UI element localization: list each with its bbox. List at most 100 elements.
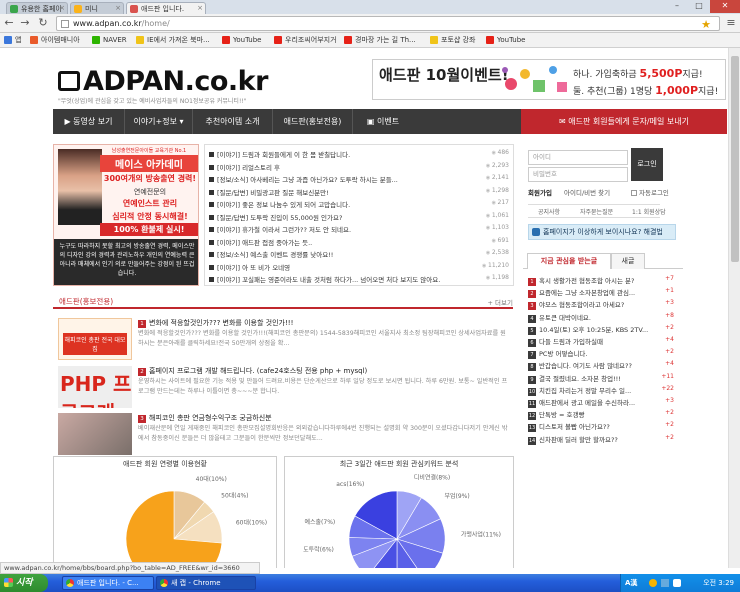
bookmark-item[interactable]: 경마장 가는 길 Th... xyxy=(344,35,416,46)
tab-popular[interactable]: 지금 관심을 받는글 xyxy=(527,253,611,269)
tray-icon[interactable] xyxy=(661,579,669,587)
keyword-chart-panel: 최근 3일간 애드판 회원 관심키워드 분석 디비연결(8%) 부업(9%) 가맹사… xyxy=(284,456,514,568)
display-help-link[interactable]: 홈페이지가 이상하게 보이시나요? 해결법 xyxy=(528,224,676,240)
login-button[interactable]: 로그인 xyxy=(631,148,663,181)
ime-indicator[interactable]: A漢 xyxy=(625,574,637,592)
minimize-button[interactable]: – xyxy=(666,0,688,13)
bookmark-item[interactable]: NAVER xyxy=(92,35,127,46)
list-item[interactable]: [이야기] 애드판 접점 중아가는 듯..691 xyxy=(209,237,511,248)
bookmark-favicon-icon xyxy=(30,36,38,44)
site-tagline: "무엇(상업)에 관심을 갖고 있는 예비사업자들의 NO1정보공유 커뮤니티!… xyxy=(58,98,247,105)
naver-icon xyxy=(92,36,100,44)
send-message-button[interactable]: ✉ 애드판 회원들에게 문자/메일 보내기 xyxy=(521,109,727,134)
bookmark-star-icon[interactable]: ★ xyxy=(701,18,711,31)
bookmark-item[interactable]: 아이템매니아 xyxy=(30,35,80,46)
list-item[interactable]: 3 야모스 협동조합이라고 아세요? +3 xyxy=(528,299,678,311)
scroll-thumb[interactable] xyxy=(731,56,739,262)
list-item[interactable]: 8 반갑습니다. 여기도 사람 많네요?? +4 xyxy=(528,360,678,372)
menu-icon[interactable]: ≡ xyxy=(724,17,738,30)
nav-event[interactable]: ▣ 이벤트 xyxy=(353,109,413,134)
start-button[interactable]: 시작 xyxy=(0,574,48,592)
reload-button[interactable]: ↻ xyxy=(36,17,50,30)
list-item[interactable]: 2 요즘에는 그냥 소자본창업에 관심... +1 xyxy=(528,287,678,299)
auto-login-checkbox[interactable]: 자동로그인 xyxy=(631,187,669,197)
list-item[interactable]: [이야기] 아 또 비가 오네영11,210 xyxy=(209,262,511,273)
tray-icon[interactable] xyxy=(649,579,657,587)
pie-label: 부업(9%) xyxy=(444,492,469,500)
news-item[interactable]: 해피코인 총판 전국 대모집 1 변화에 적응할것인가??? 변화를 이용할 것인… xyxy=(58,318,513,360)
list-item[interactable]: 7 PC방 어떻습니다. +2 xyxy=(528,348,678,360)
bookmark-item[interactable]: YouTube xyxy=(222,35,261,46)
taskbar-window-active[interactable]: 새 캡 - Chrome xyxy=(156,576,256,590)
list-item[interactable]: 11 애드판에서 광고 메일을 수신하라... +3 xyxy=(528,397,678,408)
post-list: [이야기] 드림과 회원들에게 이 한 몸 받칠답니다.486 [이야기] 리얼… xyxy=(204,144,514,286)
address-bar[interactable]: www.adpan.co.kr/home/ ★ xyxy=(56,16,720,31)
nav-recommend[interactable]: 추천아이템 소개 xyxy=(193,109,273,134)
signup-link[interactable]: 회원가입 xyxy=(528,187,552,197)
list-item[interactable]: 1 혹시 생활가전 협동조합 아시는 분? +7 xyxy=(528,275,678,286)
nav-adpan[interactable]: 애드판(홍보전용) xyxy=(273,109,353,134)
academy-ad[interactable]: 남성출연전문아이돌 교육기관 No.1 메이스 아카데미 300여개의 방송출연… xyxy=(53,144,199,286)
tab-close-icon[interactable]: × xyxy=(59,4,65,12)
find-account-link[interactable]: 아이디/비번 찾기 xyxy=(564,187,610,197)
site-logo[interactable]: ADPAN.co.kr xyxy=(58,66,268,97)
status-url: www.adpan.co.kr/home/bbs/board.php?bo_ta… xyxy=(0,562,260,574)
list-item[interactable]: 13 디스토저 볼빱 아닌가요?? +2 xyxy=(528,421,678,433)
list-item[interactable]: 10 치킨집 차리는거 정말 무리수 일... +22 xyxy=(528,385,678,396)
tab-new[interactable]: 새글 xyxy=(611,253,645,269)
news-item[interactable]: 3 해피코인 총판 연금형수익구조 궁금하신분 베이재산문에 연일 게재중인 해피… xyxy=(58,413,513,455)
browser-tab[interactable]: 유용한 홈페이 × xyxy=(6,2,68,14)
more-link[interactable]: + 더보기 xyxy=(488,297,513,307)
nav-story-info[interactable]: 이야기+정보 ▾ xyxy=(125,109,193,134)
event-banner[interactable]: 애드판 10월이벤트! 하나. 가입축하금 5,500P지급! 둘. 추천(그룹… xyxy=(372,59,726,100)
tab-close-icon[interactable]: × xyxy=(115,4,121,12)
news-title[interactable]: 1 변화에 적응할것인가??? 변화를 이용할 것인가!!! xyxy=(138,318,293,328)
list-item[interactable]: 6 다들 드림과 가입하실때 +4 xyxy=(528,336,678,347)
id-field[interactable]: 아이디 xyxy=(528,150,628,165)
list-item[interactable]: [이야기] 드림과 회원들에게 이 한 몸 받칠답니다.486 xyxy=(209,149,511,160)
browser-tab[interactable]: 미니 × xyxy=(70,2,124,14)
list-item[interactable]: 9 결국 절렸네요. 소자본 창업!!! +11 xyxy=(528,373,678,384)
taskbar-window[interactable]: 애드판 입니다. - C... xyxy=(62,576,154,590)
page-icon xyxy=(61,20,69,28)
page-scrollbar[interactable] xyxy=(728,48,740,568)
bookmark-item[interactable]: 앱 xyxy=(4,35,21,46)
help-links: 공지사항 자주묻는질문 1:1 회원상담 xyxy=(528,204,666,218)
maximize-button[interactable]: □ xyxy=(688,0,710,13)
volume-icon[interactable] xyxy=(673,579,681,587)
system-tray: A漢 오전 3:29 xyxy=(620,574,740,592)
bookmark-item[interactable]: YouTube xyxy=(486,35,525,46)
tab-close-icon[interactable]: × xyxy=(197,4,203,12)
list-item[interactable]: [이야기] 좋은 정보 나눔수 있게 되어 고맙습니다.217 xyxy=(209,199,511,210)
back-button[interactable]: ← xyxy=(2,17,16,30)
list-item[interactable]: [이야기] 휴가철 이라서 그런가?? 저도 안 되네요.1,103 xyxy=(209,224,511,235)
news-title[interactable]: 3 해피코인 총판 연금형수익구조 궁금하신분 xyxy=(138,413,272,423)
forward-button[interactable]: → xyxy=(18,17,32,30)
list-item[interactable]: 12 단톡방 = 호갱빵 +2 xyxy=(528,409,678,421)
list-item[interactable]: [이야기] 리얼스토리 후2,293 xyxy=(209,162,511,173)
browser-tab-active[interactable]: 애드판 입니다. × xyxy=(126,2,206,14)
url-host: www.adpan.co.kr xyxy=(73,19,142,28)
news-item[interactable]: PHP 프로그래밍 2홈페이지 프로그램 개발 해드립니다. (cafe24호스… xyxy=(58,366,513,408)
faq-link[interactable]: 자주묻는질문 xyxy=(580,207,613,216)
password-field[interactable]: 비밀번호 xyxy=(528,167,628,182)
list-item[interactable]: [정보/소식] 아사베리는 그냥 과즙 아닌가요? 도투락 하시는 분들...2… xyxy=(209,174,511,185)
nav-video[interactable]: ▶ 동영상 보기 xyxy=(53,109,125,134)
bookmark-folder[interactable]: 포토샵 강좌 xyxy=(430,35,475,46)
list-item[interactable]: 4 유토큰 대박이네요. +8 xyxy=(528,312,678,323)
bookmark-folder[interactable]: IE에서 가져온 북마... xyxy=(136,35,210,46)
consult-link[interactable]: 1:1 회원상담 xyxy=(632,207,666,216)
list-item[interactable]: [정보/소식] 예스출 이벤트 경쟁률 낮아요!!2,538 xyxy=(209,249,511,260)
main-nav: ▶ 동영상 보기 이야기+정보 ▾ 추천아이템 소개 애드판(홍보전용) ▣ 이… xyxy=(53,109,727,134)
pie-label: 40대(10%) xyxy=(196,475,227,483)
list-item[interactable]: 14 신차판매 딜러 할만 할까요?? +2 xyxy=(528,434,678,445)
list-item[interactable]: [질문/답변] 도투락 진입이 55,000원 인가요?1,061 xyxy=(209,212,511,223)
list-item[interactable]: [이야기] 꼬실패는 영준이라도 내출 것처럼 하다가... 넘어오면 처다 보… xyxy=(209,274,511,285)
bookmark-item[interactable]: 우리조씨어부지거 xyxy=(274,35,337,46)
news-title[interactable]: 2 홈페이지 프로그램 개발 해드립니다. (cafe24호스팅 전용 php +… xyxy=(138,366,367,376)
list-item[interactable]: [질문/답변] 비밀광고판 질문 해보신분만!1,298 xyxy=(209,187,511,198)
list-item[interactable]: 5 10.4일(토) 오후 10:25분, KBS 2TV... +2 xyxy=(528,324,678,335)
close-window-button[interactable]: ✕ xyxy=(710,0,740,13)
section-header: 애드판(홍보전용) + 더보기 xyxy=(53,294,513,309)
notice-link[interactable]: 공지사항 xyxy=(538,207,560,216)
